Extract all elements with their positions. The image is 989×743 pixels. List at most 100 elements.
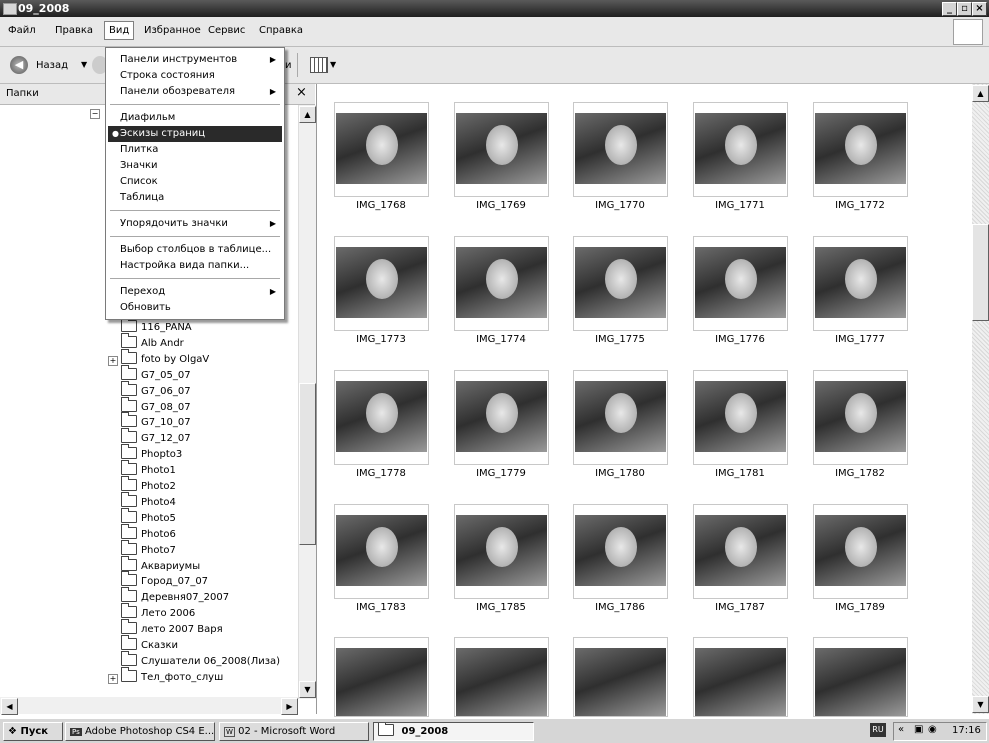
folder-tree-item[interactable]: G7_12_07: [121, 428, 191, 448]
folder-tree-item[interactable]: Деревня07_2007: [121, 587, 229, 607]
view-menu-item[interactable]: Настройка вида папки...: [120, 258, 249, 274]
thumbnail[interactable]: [693, 102, 788, 197]
back-button-label[interactable]: Назад: [36, 60, 68, 71]
view-menu-item[interactable]: Диафильм: [120, 110, 175, 126]
content-scroll-up-icon[interactable]: ▲: [972, 85, 989, 102]
folder-tree-item[interactable]: Слушатели 06_2008(Лиза): [121, 650, 280, 671]
view-menu-item[interactable]: Переход ▶: [120, 284, 280, 300]
collapse-icon[interactable]: −: [90, 109, 100, 119]
thumbnail[interactable]: [813, 102, 908, 197]
view-menu-item[interactable]: ● Эскизы страниц: [108, 126, 282, 142]
minimize-button[interactable]: _: [942, 2, 957, 16]
view-menu-item[interactable]: Панели обозревателя ▶: [120, 84, 280, 100]
security-icon[interactable]: ◉: [928, 724, 937, 735]
menu-tools[interactable]: Сервис: [208, 25, 245, 36]
thumbnail-caption[interactable]: IMG_1771: [685, 200, 795, 211]
view-menu-item[interactable]: Таблица: [120, 190, 164, 206]
task-photoshop[interactable]: Ps Adobe Photoshop CS4 E...: [65, 722, 215, 741]
folder-tree-item[interactable]: Photo4: [121, 491, 176, 512]
menu-view[interactable]: Вид: [104, 21, 135, 40]
close-panel-icon[interactable]: ×: [296, 85, 307, 100]
menu-edit[interactable]: Правка: [55, 25, 93, 36]
scroll-up-icon[interactable]: ▲: [299, 106, 316, 123]
expand-icon[interactable]: +: [108, 355, 118, 366]
start-button[interactable]: ❖ Пуск: [3, 722, 63, 741]
folder-tree-item[interactable]: Photo7: [121, 539, 176, 560]
thumbnail[interactable]: [573, 236, 668, 331]
folder-tree-item[interactable]: Photo1: [121, 460, 176, 480]
thumbnail[interactable]: [334, 370, 429, 465]
content-scroll-thumb[interactable]: [972, 224, 989, 321]
thumbnail-caption[interactable]: IMG_1779: [446, 468, 556, 479]
thumbnail-caption[interactable]: IMG_1772: [805, 200, 915, 211]
folder-tree-item[interactable]: Photo5: [121, 507, 176, 528]
thumbnail[interactable]: [573, 370, 668, 465]
thumbnail[interactable]: [454, 504, 549, 599]
folder-tree-item[interactable]: G7_10_07: [121, 412, 191, 432]
thumbnail[interactable]: [454, 102, 549, 197]
thumbnail[interactable]: [334, 504, 429, 599]
folder-tree-item[interactable]: G7_05_07: [121, 364, 191, 385]
thumbnail-caption[interactable]: IMG_1778: [326, 468, 436, 479]
scroll-down-icon[interactable]: ▼: [299, 681, 316, 698]
thumbnail-caption[interactable]: IMG_1785: [446, 602, 556, 613]
thumbnail[interactable]: [813, 637, 908, 717]
folder-tree-item[interactable]: Аквариумы: [121, 555, 200, 576]
folder-tree-item[interactable]: Лето 2006: [121, 603, 195, 623]
thumbnail[interactable]: [813, 236, 908, 331]
folder-tree-item[interactable]: G7_06_07: [121, 380, 191, 401]
maximize-button[interactable]: ▫: [957, 2, 972, 16]
tray-expand-icon[interactable]: «: [898, 724, 904, 735]
thumbnail[interactable]: [693, 637, 788, 717]
folder-tree-hscrollbar[interactable]: ◀ ▶: [0, 697, 298, 715]
folder-tree-item[interactable]: foto by OlgaV: [121, 348, 209, 369]
view-menu-item[interactable]: Плитка: [120, 142, 158, 158]
folder-tree-item[interactable]: Город_07_07: [121, 571, 208, 591]
task-explorer[interactable]: 09_2008: [373, 722, 534, 741]
thumbnail[interactable]: [813, 504, 908, 599]
thumbnail[interactable]: [693, 370, 788, 465]
thumbnail-caption[interactable]: IMG_1773: [326, 334, 436, 345]
thumbnail-caption[interactable]: IMG_1775: [565, 334, 675, 345]
view-menu-item[interactable]: Упорядочить значки ▶: [120, 216, 280, 232]
folder-tree-item[interactable]: Сказки: [121, 635, 178, 655]
menu-help[interactable]: Справка: [259, 25, 303, 36]
thumbnail-caption[interactable]: IMG_1789: [805, 602, 915, 613]
expand-icon[interactable]: +: [108, 673, 118, 684]
thumbnail-caption[interactable]: IMG_1776: [685, 334, 795, 345]
thumbnail[interactable]: [573, 102, 668, 197]
thumbnail-caption[interactable]: IMG_1774: [446, 334, 556, 345]
back-dropdown-icon[interactable]: ▼: [81, 60, 87, 69]
content-scroll-down-icon[interactable]: ▼: [972, 696, 989, 713]
scroll-left-icon[interactable]: ◀: [1, 698, 18, 715]
network-icon[interactable]: ▣: [914, 724, 923, 735]
thumbnail[interactable]: [813, 370, 908, 465]
thumbnail-caption[interactable]: IMG_1770: [565, 200, 675, 211]
thumbnail[interactable]: [454, 370, 549, 465]
folder-tree-scrollbar[interactable]: ▲ ▼: [298, 105, 316, 699]
views-dropdown-icon[interactable]: ▼: [330, 60, 336, 69]
view-menu-item[interactable]: Значки: [120, 158, 158, 174]
back-arrow-icon[interactable]: ◀: [10, 56, 28, 74]
folder-tree-item[interactable]: Phopto3: [121, 444, 182, 464]
view-menu-item[interactable]: Панели инструментов ▶: [120, 52, 280, 68]
view-menu-item[interactable]: Выбор столбцов в таблице...: [120, 242, 271, 258]
folder-tree-item[interactable]: Photo6: [121, 523, 176, 544]
thumbnail[interactable]: [334, 637, 429, 717]
thumbnail[interactable]: [693, 504, 788, 599]
scroll-thumb[interactable]: [299, 383, 316, 545]
thumbnail-caption[interactable]: IMG_1769: [446, 200, 556, 211]
thumbnail[interactable]: [573, 504, 668, 599]
thumbnail-caption[interactable]: IMG_1768: [326, 200, 436, 211]
thumbnail-caption[interactable]: IMG_1787: [685, 602, 795, 613]
thumbnail-caption[interactable]: IMG_1786: [565, 602, 675, 613]
content-scrollbar[interactable]: ▲ ▼: [972, 84, 989, 714]
thumbnail[interactable]: [693, 236, 788, 331]
folder-tree-item[interactable]: лето 2007 Варя: [121, 619, 223, 639]
folder-tree-item[interactable]: 116_PANA: [121, 317, 192, 337]
close-button[interactable]: ×: [972, 2, 987, 16]
thumbnail-caption[interactable]: IMG_1781: [685, 468, 795, 479]
thumbnail[interactable]: [334, 236, 429, 331]
thumbnail[interactable]: [334, 102, 429, 197]
scroll-right-icon[interactable]: ▶: [281, 698, 298, 715]
